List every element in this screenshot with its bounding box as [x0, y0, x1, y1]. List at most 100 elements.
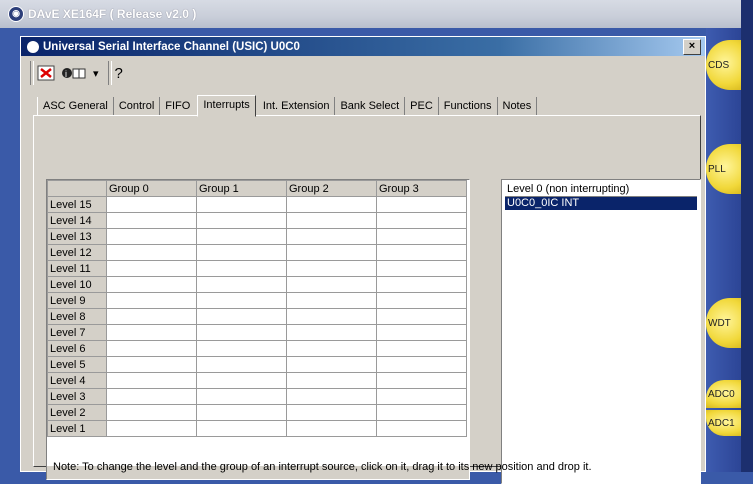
level-group-cell[interactable]: [106, 404, 197, 421]
level-group-cell[interactable]: [376, 404, 467, 421]
interrupt-level-grid[interactable]: Group 0 Group 1 Group 2 Group 3 Level 15…: [46, 179, 470, 480]
level-group-cell[interactable]: [196, 260, 287, 277]
tab-interrupts[interactable]: Interrupts: [197, 95, 256, 117]
undo-icon: [37, 65, 55, 81]
level-group-cell[interactable]: [106, 420, 197, 437]
tab-int-extension[interactable]: Int. Extension: [258, 97, 336, 115]
group-0-header: Group 0: [106, 180, 197, 197]
group-3-header: Group 3: [376, 180, 467, 197]
level-group-cell[interactable]: [376, 228, 467, 245]
level-group-cell[interactable]: [376, 340, 467, 357]
level-group-cell[interactable]: [376, 196, 467, 213]
level-group-cell[interactable]: [196, 388, 287, 405]
level-row-label: Level 12: [47, 244, 107, 261]
level-group-cell[interactable]: [196, 228, 287, 245]
undo-button[interactable]: [37, 61, 55, 85]
level-group-cell[interactable]: [106, 356, 197, 373]
level-group-cell[interactable]: [196, 212, 287, 229]
level-group-cell[interactable]: [376, 244, 467, 261]
tab-notes[interactable]: Notes: [498, 97, 538, 115]
level-group-cell[interactable]: [106, 212, 197, 229]
level-row: Level 2: [47, 404, 467, 421]
tab-bank-select[interactable]: Bank Select: [335, 97, 406, 115]
level-group-cell[interactable]: [376, 292, 467, 309]
level-group-cell[interactable]: [196, 292, 287, 309]
level-row-label: Level 5: [47, 356, 107, 373]
level-group-cell[interactable]: [286, 276, 377, 293]
level-group-cell[interactable]: [196, 324, 287, 341]
level-group-cell[interactable]: [106, 276, 197, 293]
level-group-cell[interactable]: [286, 372, 377, 389]
module-label: PLL: [708, 163, 726, 175]
level-group-cell[interactable]: [106, 340, 197, 357]
level-group-cell[interactable]: [106, 244, 197, 261]
dropdown-arrow-icon: ▾: [93, 67, 99, 80]
level-group-cell[interactable]: [106, 196, 197, 213]
level-group-cell[interactable]: [286, 404, 377, 421]
level-group-cell[interactable]: [106, 260, 197, 277]
question-button[interactable]: ?: [115, 61, 123, 85]
level-group-cell[interactable]: [196, 340, 287, 357]
level-group-cell[interactable]: [196, 356, 287, 373]
level-group-cell[interactable]: [286, 212, 377, 229]
level-group-cell[interactable]: [196, 372, 287, 389]
level-group-cell[interactable]: [286, 228, 377, 245]
level-group-cell[interactable]: [286, 292, 377, 309]
tab-pec[interactable]: PEC: [405, 97, 439, 115]
level-group-cell[interactable]: [376, 276, 467, 293]
level-group-cell[interactable]: [376, 356, 467, 373]
level-row-label: Level 8: [47, 308, 107, 325]
level-group-cell[interactable]: [376, 260, 467, 277]
level-group-cell[interactable]: [286, 324, 377, 341]
help-book-icon: i: [62, 68, 86, 79]
level-group-cell[interactable]: [376, 308, 467, 325]
level-group-cell[interactable]: [376, 388, 467, 405]
question-icon: ?: [114, 64, 123, 82]
level-group-cell[interactable]: [196, 244, 287, 261]
tab-functions[interactable]: Functions: [439, 97, 498, 115]
module-label: ADC0: [708, 388, 735, 400]
level-group-cell[interactable]: [376, 420, 467, 437]
level0-listbox[interactable]: Level 0 (non interrupting) U0C0_0IC INT: [501, 179, 701, 484]
level-group-cell[interactable]: [196, 308, 287, 325]
level-group-cell[interactable]: [286, 260, 377, 277]
level-row-label: Level 7: [47, 324, 107, 341]
usic-dialog: Universal Serial Interface Channel (USIC…: [20, 36, 706, 484]
help-book-button[interactable]: i: [61, 61, 87, 85]
tab-control[interactable]: Control: [114, 97, 161, 115]
level-group-cell[interactable]: [376, 212, 467, 229]
interrupt-source-item[interactable]: U0C0_0IC INT: [505, 197, 697, 210]
level-group-cell[interactable]: [286, 196, 377, 213]
level-group-cell[interactable]: [106, 324, 197, 341]
level-group-cell[interactable]: [286, 244, 377, 261]
level-row-label: Level 6: [47, 340, 107, 357]
close-button[interactable]: ×: [683, 39, 701, 55]
level-group-cell[interactable]: [106, 372, 197, 389]
level-group-cell[interactable]: [196, 196, 287, 213]
level-group-cell[interactable]: [196, 404, 287, 421]
level-group-cell[interactable]: [286, 388, 377, 405]
dropdown-arrow-button[interactable]: ▾: [93, 61, 99, 85]
level-row: Level 15: [47, 196, 467, 213]
level-group-cell[interactable]: [286, 308, 377, 325]
level-group-cell[interactable]: [376, 324, 467, 341]
module-label: CDS: [708, 59, 730, 71]
note-text: Note: To change the level and the group …: [53, 461, 592, 473]
level-group-cell[interactable]: [286, 340, 377, 357]
level-group-cell[interactable]: [286, 356, 377, 373]
level-group-cell[interactable]: [106, 228, 197, 245]
level-group-cell[interactable]: [196, 276, 287, 293]
level-group-cell[interactable]: [106, 388, 197, 405]
grid-header-row: Group 0 Group 1 Group 2 Group 3: [47, 180, 467, 197]
level-row-label: Level 3: [47, 388, 107, 405]
level-group-cell[interactable]: [196, 420, 287, 437]
module-label: ADC1: [708, 417, 735, 429]
tab-fifo[interactable]: FIFO: [160, 97, 195, 115]
level-group-cell[interactable]: [106, 292, 197, 309]
level-group-cell[interactable]: [106, 308, 197, 325]
group-2-header: Group 2: [286, 180, 377, 197]
level-row: Level 9: [47, 292, 467, 309]
tab-asc-general[interactable]: ASC General: [37, 97, 114, 115]
level-group-cell[interactable]: [376, 372, 467, 389]
level-group-cell[interactable]: [286, 420, 377, 437]
